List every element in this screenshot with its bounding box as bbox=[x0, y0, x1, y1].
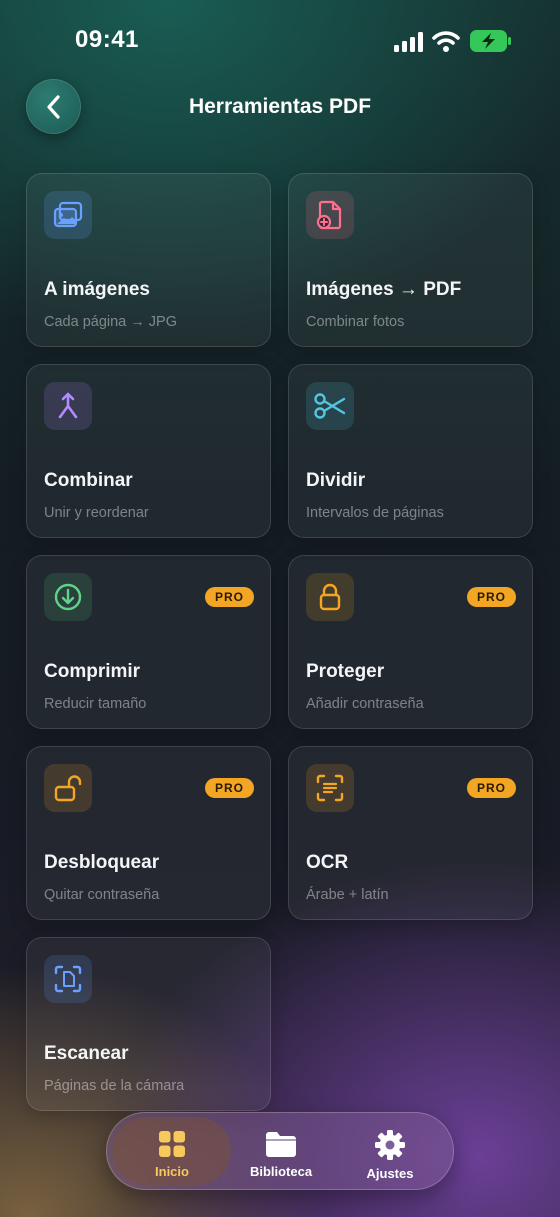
tool-title: Comprimir bbox=[44, 661, 141, 682]
tab-label: Ajustes bbox=[366, 1166, 414, 1181]
scissors-icon bbox=[306, 382, 354, 430]
tool-title: Escanear bbox=[44, 1043, 129, 1064]
download-circle-icon bbox=[44, 573, 92, 621]
images-icon bbox=[44, 191, 92, 239]
tool-subtitle: Cada página → JPG bbox=[44, 314, 177, 330]
folder-icon bbox=[266, 1132, 296, 1157]
tool-card-imagenes-pdf[interactable]: Imágenes → PDF Combinar fotos bbox=[288, 173, 533, 347]
document-scan-icon bbox=[44, 955, 92, 1003]
tool-card-desbloquear[interactable]: PRO Desbloquear Quitar contraseña bbox=[26, 746, 271, 920]
cellular-signal-icon bbox=[394, 32, 423, 52]
tab-label: Inicio bbox=[155, 1164, 189, 1179]
tool-subtitle: Combinar fotos bbox=[306, 314, 405, 330]
tool-subtitle: Añadir contraseña bbox=[306, 696, 424, 712]
tab-biblioteca[interactable]: Biblioteca bbox=[222, 1117, 340, 1185]
tool-title: Dividir bbox=[306, 470, 366, 491]
tool-title: Combinar bbox=[44, 470, 133, 491]
tool-title: Proteger bbox=[306, 661, 385, 682]
wifi-icon bbox=[432, 31, 460, 52]
status-bar: 09:41 bbox=[0, 0, 560, 80]
text-scan-icon bbox=[306, 764, 354, 812]
status-time: 09:41 bbox=[75, 26, 139, 53]
tab-ajustes[interactable]: Ajustes bbox=[331, 1117, 449, 1185]
gear-icon bbox=[375, 1130, 405, 1160]
grid-icon bbox=[159, 1131, 185, 1157]
unlock-icon bbox=[44, 764, 92, 812]
merge-icon bbox=[44, 382, 92, 430]
tool-card-ocr[interactable]: PRO OCR Árabe + latín bbox=[288, 746, 533, 920]
tool-subtitle: Unir y reordenar bbox=[44, 505, 149, 521]
tool-subtitle: Reducir tamaño bbox=[44, 696, 147, 712]
tool-title: A imágenes bbox=[44, 279, 150, 300]
tool-card-combinar[interactable]: Combinar Unir y reordenar bbox=[26, 364, 271, 538]
tool-card-dividir[interactable]: Dividir Intervalos de páginas bbox=[288, 364, 533, 538]
tool-card-proteger[interactable]: PRO Proteger Añadir contraseña bbox=[288, 555, 533, 729]
pro-badge: PRO bbox=[466, 778, 516, 798]
pro-badge: PRO bbox=[466, 587, 516, 607]
tool-card-comprimir[interactable]: PRO Comprimir Reducir tamaño bbox=[26, 555, 271, 729]
tool-subtitle: Árabe + latín bbox=[306, 887, 389, 903]
tab-bar: Inicio Biblioteca Ajustes bbox=[106, 1112, 454, 1190]
tool-title: Desbloquear bbox=[44, 852, 160, 873]
tab-label: Biblioteca bbox=[249, 1164, 313, 1179]
pro-badge: PRO bbox=[204, 587, 254, 607]
tool-title: Imágenes → PDF bbox=[306, 279, 462, 300]
tool-subtitle: Intervalos de páginas bbox=[306, 505, 444, 521]
tab-inicio[interactable]: Inicio bbox=[113, 1117, 231, 1185]
battery-charging-icon bbox=[470, 30, 511, 52]
tool-title: OCR bbox=[306, 852, 349, 873]
tool-card-a-imagenes[interactable]: A imágenes Cada página → JPG bbox=[26, 173, 271, 347]
pro-badge: PRO bbox=[204, 778, 254, 798]
lock-icon bbox=[306, 573, 354, 621]
tool-card-escanear[interactable]: Escanear Páginas de la cámara bbox=[26, 937, 271, 1111]
file-add-icon bbox=[306, 191, 354, 239]
page-title: Herramientas PDF bbox=[188, 95, 372, 118]
tool-subtitle: Quitar contraseña bbox=[44, 887, 160, 903]
tool-subtitle: Páginas de la cámara bbox=[44, 1078, 185, 1094]
